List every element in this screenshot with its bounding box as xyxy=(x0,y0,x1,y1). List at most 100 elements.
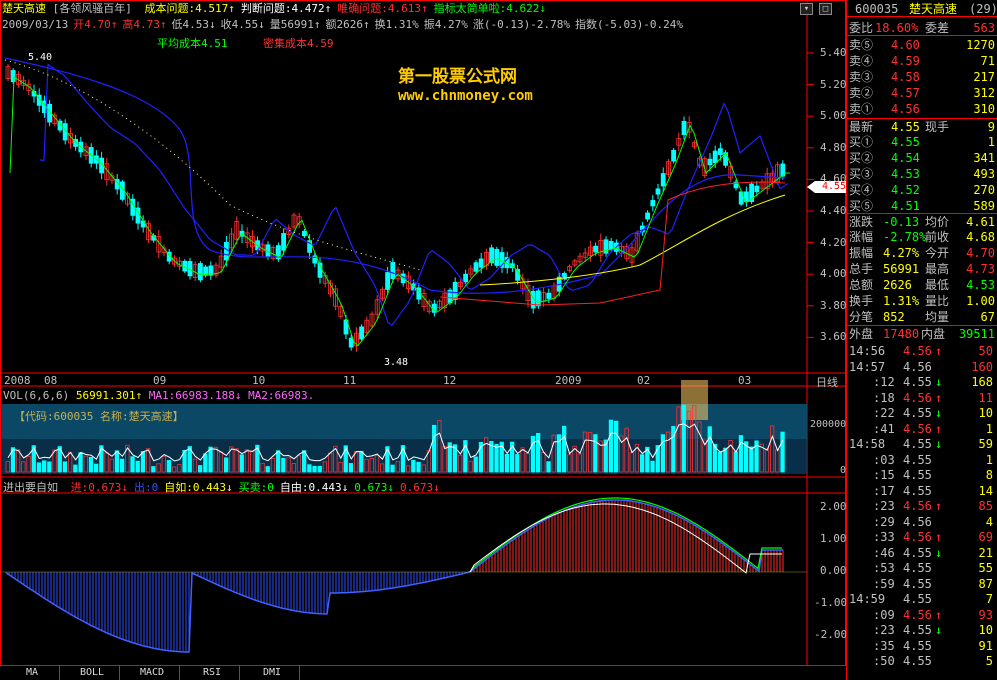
quote-name: 楚天高速 xyxy=(909,2,958,16)
tick-time: :03 xyxy=(873,452,895,467)
date-axis-label: 08 xyxy=(44,374,58,387)
restore-button[interactable]: □ xyxy=(819,3,832,15)
tick-price: 4.55 xyxy=(903,654,932,668)
tick-row: 14:59 4.55 7 xyxy=(847,592,997,607)
header-indicator-2: 唯确问题:4.613↑ xyxy=(337,2,428,15)
tick-time: :22 xyxy=(873,406,895,420)
indicator-title[interactable]: 进出要自如 xyxy=(3,481,58,494)
tab-boll[interactable]: BOLL xyxy=(65,666,120,680)
tick-price: 4.55 xyxy=(903,638,932,653)
asks-label: 卖⑤ xyxy=(849,38,874,52)
price-axis-label: 4.00 xyxy=(820,267,847,281)
volume-bar xyxy=(723,447,728,473)
tick-vol: 168 xyxy=(971,375,993,389)
tick-vol: 87 xyxy=(978,576,993,591)
tick-dir: ↑ xyxy=(935,530,943,544)
volume-bar xyxy=(317,465,322,473)
stat-row: 总手 56991 最高 4.73 xyxy=(847,261,997,277)
tick-price: 4.55 xyxy=(903,437,932,451)
tick-price: 4.56 xyxy=(903,499,932,513)
tab-rsi[interactable]: RSI xyxy=(185,666,240,680)
stat-value: 4.53 xyxy=(966,278,995,292)
candle-body xyxy=(385,272,391,290)
volume-bar xyxy=(197,465,203,473)
volume-bar xyxy=(36,462,42,473)
stat-label: 均价 xyxy=(925,215,950,229)
volume-bar xyxy=(738,435,744,473)
quote-field-5: 量56991↑ xyxy=(269,18,321,31)
volume-bar xyxy=(275,450,281,473)
tick-dir: ↓ xyxy=(935,375,943,389)
candle-body xyxy=(494,248,500,266)
bids-vol: 589 xyxy=(973,199,995,213)
tick-price: 4.55 xyxy=(903,576,932,591)
asks-row: 卖⑤ 4.60 1270 xyxy=(847,37,997,53)
bids-price: 4.51 xyxy=(891,199,920,213)
tick-row: :22 4.55 ↓ 10 xyxy=(847,406,997,421)
tick-vol: 14 xyxy=(978,483,993,498)
header-indicator-0: 成本问题:4.517↑ xyxy=(144,2,235,15)
period-label[interactable]: 日线 xyxy=(816,374,838,390)
date-axis-label: 2008 xyxy=(4,374,31,387)
volume-bar xyxy=(47,461,52,473)
asks-price: 4.59 xyxy=(891,54,920,68)
stat-label: 量比 xyxy=(925,294,950,308)
asks-row: 卖④ 4.59 71 xyxy=(847,53,997,69)
volume-bar xyxy=(608,419,614,473)
asks-vol: 217 xyxy=(973,70,995,84)
indicator-axis-label: 1.00 xyxy=(820,532,847,545)
stat-label: 涨幅 xyxy=(849,230,874,244)
tick-row: :53 4.55 55 xyxy=(847,561,997,576)
tick-vol: 5 xyxy=(985,654,993,668)
quote-field-3: 低4.53↓ xyxy=(171,18,216,31)
tab-ma[interactable]: MA xyxy=(5,666,60,680)
volume-bar xyxy=(416,461,421,473)
quote-field-6: 额2626↑ xyxy=(325,18,370,31)
stat-value: -2.78% xyxy=(883,230,927,244)
minimize-button[interactable]: ▾ xyxy=(800,3,813,15)
vol-title[interactable]: VOL(6,6,6) xyxy=(3,389,69,402)
tick-row: :46 4.55 ↓ 21 xyxy=(847,546,997,561)
tick-price: 4.56 xyxy=(903,607,932,622)
candle-body xyxy=(197,263,203,281)
volume-bar xyxy=(348,463,354,473)
price-axis-label: 4.20 xyxy=(820,235,847,249)
tick-row: :35 4.55 91 xyxy=(847,639,997,654)
candle-body xyxy=(660,173,666,187)
quote-field-1: 开4.70↑ xyxy=(73,18,118,31)
low-price-label: 3.48 xyxy=(384,357,409,368)
candle-body xyxy=(546,292,552,299)
bids-price: 4.55 xyxy=(891,135,920,149)
asks-label: 卖① xyxy=(849,102,874,116)
stat-label: 振幅 xyxy=(849,246,874,260)
asks-price: 4.57 xyxy=(891,86,920,100)
tab-dmi[interactable]: DMI xyxy=(245,666,300,680)
stock-name: 楚天高速 xyxy=(2,2,46,15)
stat-row: 涨幅 -2.78% 前收 4.68 xyxy=(847,229,997,245)
candle-body xyxy=(478,258,484,268)
tick-row: :18 4.56 ↑ 11 xyxy=(847,391,997,406)
tick-vol: 50 xyxy=(978,344,993,358)
formula-name[interactable]: [各领风骚百年] xyxy=(53,2,132,15)
stat-row: 涨跌 -0.13 均价 4.61 xyxy=(847,213,997,229)
volume-bar xyxy=(62,461,68,473)
tick-dir: ↓ xyxy=(935,406,943,420)
quote-field-2: 高4.73↑ xyxy=(122,18,167,31)
bids-label: 买① xyxy=(849,135,874,149)
stat-label: 涨跌 xyxy=(849,215,874,229)
tab-macd[interactable]: MACD xyxy=(125,666,180,680)
stat-row: 换手 1.31% 量比 1.00 xyxy=(847,293,997,309)
candle-body xyxy=(140,220,146,228)
tick-time: :35 xyxy=(873,638,895,653)
tick-time: :15 xyxy=(873,468,895,482)
volume-bar xyxy=(733,451,738,473)
asks-row: 卖③ 4.58 217 xyxy=(847,69,997,85)
stat-row: 振幅 4.27% 今开 4.70 xyxy=(847,245,997,261)
quote-field-8: 振4.27% xyxy=(423,18,468,31)
tick-price: 4.56 xyxy=(903,514,932,529)
outer-inner-row: 外盘 17480 内盘 39511 xyxy=(847,325,997,341)
quote-field-7: 换1.31% xyxy=(374,18,419,31)
volume-bar xyxy=(94,463,99,473)
stat-value: 4.61 xyxy=(966,215,995,229)
tick-row: 14:58 4.55 ↓ 59 xyxy=(847,437,997,452)
